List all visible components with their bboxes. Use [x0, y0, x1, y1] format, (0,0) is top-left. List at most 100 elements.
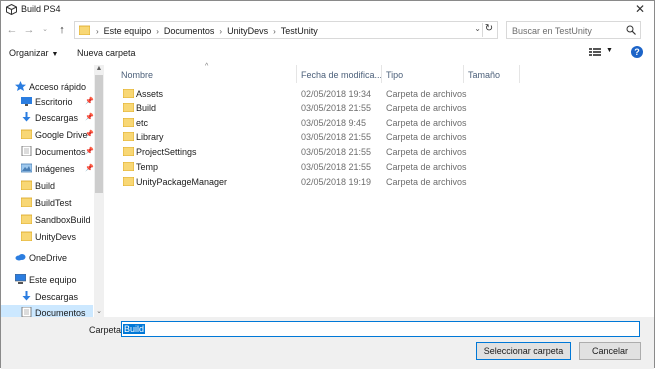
- help-icon[interactable]: ?: [631, 46, 643, 58]
- documents-icon: [21, 146, 32, 156]
- breadcrumb-item[interactable]: Este equipo: [101, 26, 155, 36]
- chevron-down-icon[interactable]: ⌄: [474, 24, 481, 33]
- folder-icon: [21, 231, 32, 241]
- search-placeholder: Buscar en TestUnity: [512, 26, 592, 36]
- select-folder-button[interactable]: Seleccionar carpeta: [476, 342, 571, 360]
- sidebar-item-buildtest[interactable]: BuildTest: [1, 195, 93, 211]
- column-name[interactable]: Nombre: [121, 70, 153, 80]
- sidebar-item-quick-access[interactable]: Acceso rápido: [1, 79, 93, 95]
- command-bar: Organizar ▼ Nueva carpeta ▼ ?: [1, 45, 654, 61]
- sidebar-item-onedrive[interactable]: OneDrive: [1, 250, 93, 266]
- cancel-button[interactable]: Cancelar: [579, 342, 641, 360]
- folder-name-input[interactable]: Build: [121, 321, 640, 337]
- column-header-row: ^ Nombre Fecha de modifica... Tipo Tamañ…: [107, 63, 655, 83]
- back-arrow-icon[interactable]: ←: [6, 23, 18, 37]
- file-name: Library: [136, 132, 164, 142]
- close-icon[interactable]: ✕: [634, 3, 646, 15]
- scroll-up-icon[interactable]: ▲: [94, 65, 104, 75]
- chevron-right-icon: ›: [156, 26, 159, 36]
- breadcrumb-item[interactable]: TestUnity: [278, 26, 321, 36]
- folder-icon: [123, 162, 134, 171]
- file-date: 03/05/2018 9:45: [301, 118, 367, 128]
- breadcrumb: › Este equipo › Documentos › UnityDevs ›…: [94, 26, 321, 36]
- file-date: 03/05/2018 21:55: [301, 132, 372, 142]
- sidebar-item-label: OneDrive: [29, 253, 68, 263]
- scrollbar-thumb[interactable]: [95, 75, 103, 193]
- folder-icon: [123, 132, 134, 141]
- sidebar-item-label: Google Drive: [35, 130, 88, 140]
- sidebar-item-build[interactable]: Build: [1, 178, 93, 194]
- sidebar-item-unitydevs[interactable]: UnityDevs: [1, 229, 93, 245]
- file-row[interactable]: ProjectSettings 03/05/2018 21:55 Carpeta…: [107, 145, 527, 159]
- sidebar-item-label: Build: [35, 181, 56, 191]
- sidebar-item-label: Escritorio: [35, 97, 73, 107]
- sidebar-item-documents[interactable]: Documentos 📌: [1, 144, 94, 160]
- folder-icon: [21, 129, 32, 139]
- forward-arrow-icon[interactable]: →: [23, 23, 35, 37]
- bottom-panel: Carpeta: Build Seleccionar carpeta Cance…: [1, 317, 654, 369]
- search-input[interactable]: Buscar en TestUnity: [506, 21, 641, 39]
- file-row[interactable]: UnityPackageManager 02/05/2018 19:19 Car…: [107, 175, 527, 189]
- file-row[interactable]: Temp 03/05/2018 21:55 Carpeta de archivo…: [107, 160, 527, 174]
- organize-button[interactable]: Organizar ▼: [9, 48, 58, 58]
- sidebar-item-downloads-pc[interactable]: Descargas: [1, 289, 93, 305]
- folder-icon: [123, 89, 134, 98]
- file-row[interactable]: Build 03/05/2018 21:55 Carpeta de archiv…: [107, 101, 527, 115]
- sidebar-scrollbar[interactable]: ▲ ⌄: [94, 65, 104, 317]
- file-row[interactable]: etc 03/05/2018 9:45 Carpeta de archivos: [107, 116, 527, 130]
- column-divider[interactable]: [296, 65, 297, 83]
- breadcrumb-item[interactable]: UnityDevs: [224, 26, 271, 36]
- scroll-down-icon[interactable]: ⌄: [94, 307, 104, 317]
- view-options-icon[interactable]: [589, 47, 601, 57]
- column-type[interactable]: Tipo: [386, 70, 403, 80]
- column-divider[interactable]: [381, 65, 382, 83]
- file-row[interactable]: Assets 02/05/2018 19:34 Carpeta de archi…: [107, 87, 527, 101]
- recent-dropdown-icon[interactable]: ⌄: [39, 23, 51, 37]
- new-folder-button[interactable]: Nueva carpeta: [77, 48, 136, 58]
- pin-icon: 📌: [85, 114, 94, 121]
- folder-icon: [123, 147, 134, 156]
- sidebar-item-google-drive[interactable]: Google Drive 📌: [1, 127, 94, 143]
- pin-icon: 📌: [85, 98, 94, 105]
- dialog-window: Build PS4 ✕ ← → ⌄ ↑ › Este equipo › Docu…: [0, 0, 655, 369]
- file-type: Carpeta de archivos: [386, 132, 467, 142]
- address-bar[interactable]: › Este equipo › Documentos › UnityDevs ›…: [74, 21, 498, 39]
- organize-label: Organizar: [9, 48, 49, 58]
- sidebar-item-label: Documentos: [35, 147, 86, 157]
- file-name: etc: [136, 118, 149, 128]
- chevron-down-icon[interactable]: ▼: [606, 47, 613, 54]
- file-name: ProjectSettings: [136, 147, 197, 157]
- chevron-right-icon: ›: [96, 26, 99, 36]
- sidebar-item-pictures[interactable]: Imágenes 📌: [1, 161, 94, 177]
- unity-icon: [6, 4, 17, 15]
- file-date: 02/05/2018 19:34: [301, 89, 372, 99]
- file-name: UnityPackageManager: [136, 177, 228, 187]
- sidebar-item-this-pc[interactable]: Este equipo: [1, 272, 93, 288]
- column-divider[interactable]: [519, 65, 520, 83]
- file-row[interactable]: Library 03/05/2018 21:55 Carpeta de arch…: [107, 130, 527, 144]
- column-date[interactable]: Fecha de modifica...: [301, 70, 382, 80]
- up-arrow-icon[interactable]: ↑: [56, 23, 68, 37]
- file-type: Carpeta de archivos: [386, 147, 467, 157]
- sidebar-item-documents-pc[interactable]: Documentos: [1, 305, 93, 317]
- column-divider[interactable]: [463, 65, 464, 83]
- file-type: Carpeta de archivos: [386, 177, 467, 187]
- folder-label: Carpeta:: [89, 325, 124, 335]
- file-date: 03/05/2018 21:55: [301, 162, 372, 172]
- column-size[interactable]: Tamaño: [468, 70, 500, 80]
- sidebar-item-downloads[interactable]: Descargas 📌: [1, 110, 94, 126]
- pin-icon: 📌: [85, 148, 94, 155]
- refresh-icon[interactable]: ↻: [482, 23, 495, 37]
- desktop-icon: [21, 97, 32, 106]
- chevron-right-icon: ›: [273, 26, 276, 36]
- download-icon: [22, 112, 31, 122]
- sidebar-item-desktop[interactable]: Escritorio 📌: [1, 94, 94, 110]
- sidebar-item-label: Descargas: [35, 292, 79, 302]
- sidebar-item-label: Imágenes: [35, 164, 75, 174]
- chevron-right-icon: ›: [219, 26, 223, 36]
- sidebar-item-sandboxbuild[interactable]: SandboxBuild: [1, 212, 93, 228]
- file-list: ^ Nombre Fecha de modifica... Tipo Tamañ…: [107, 63, 655, 317]
- breadcrumb-item[interactable]: Documentos: [161, 26, 218, 36]
- file-type: Carpeta de archivos: [386, 89, 467, 99]
- file-name: Build: [136, 103, 157, 113]
